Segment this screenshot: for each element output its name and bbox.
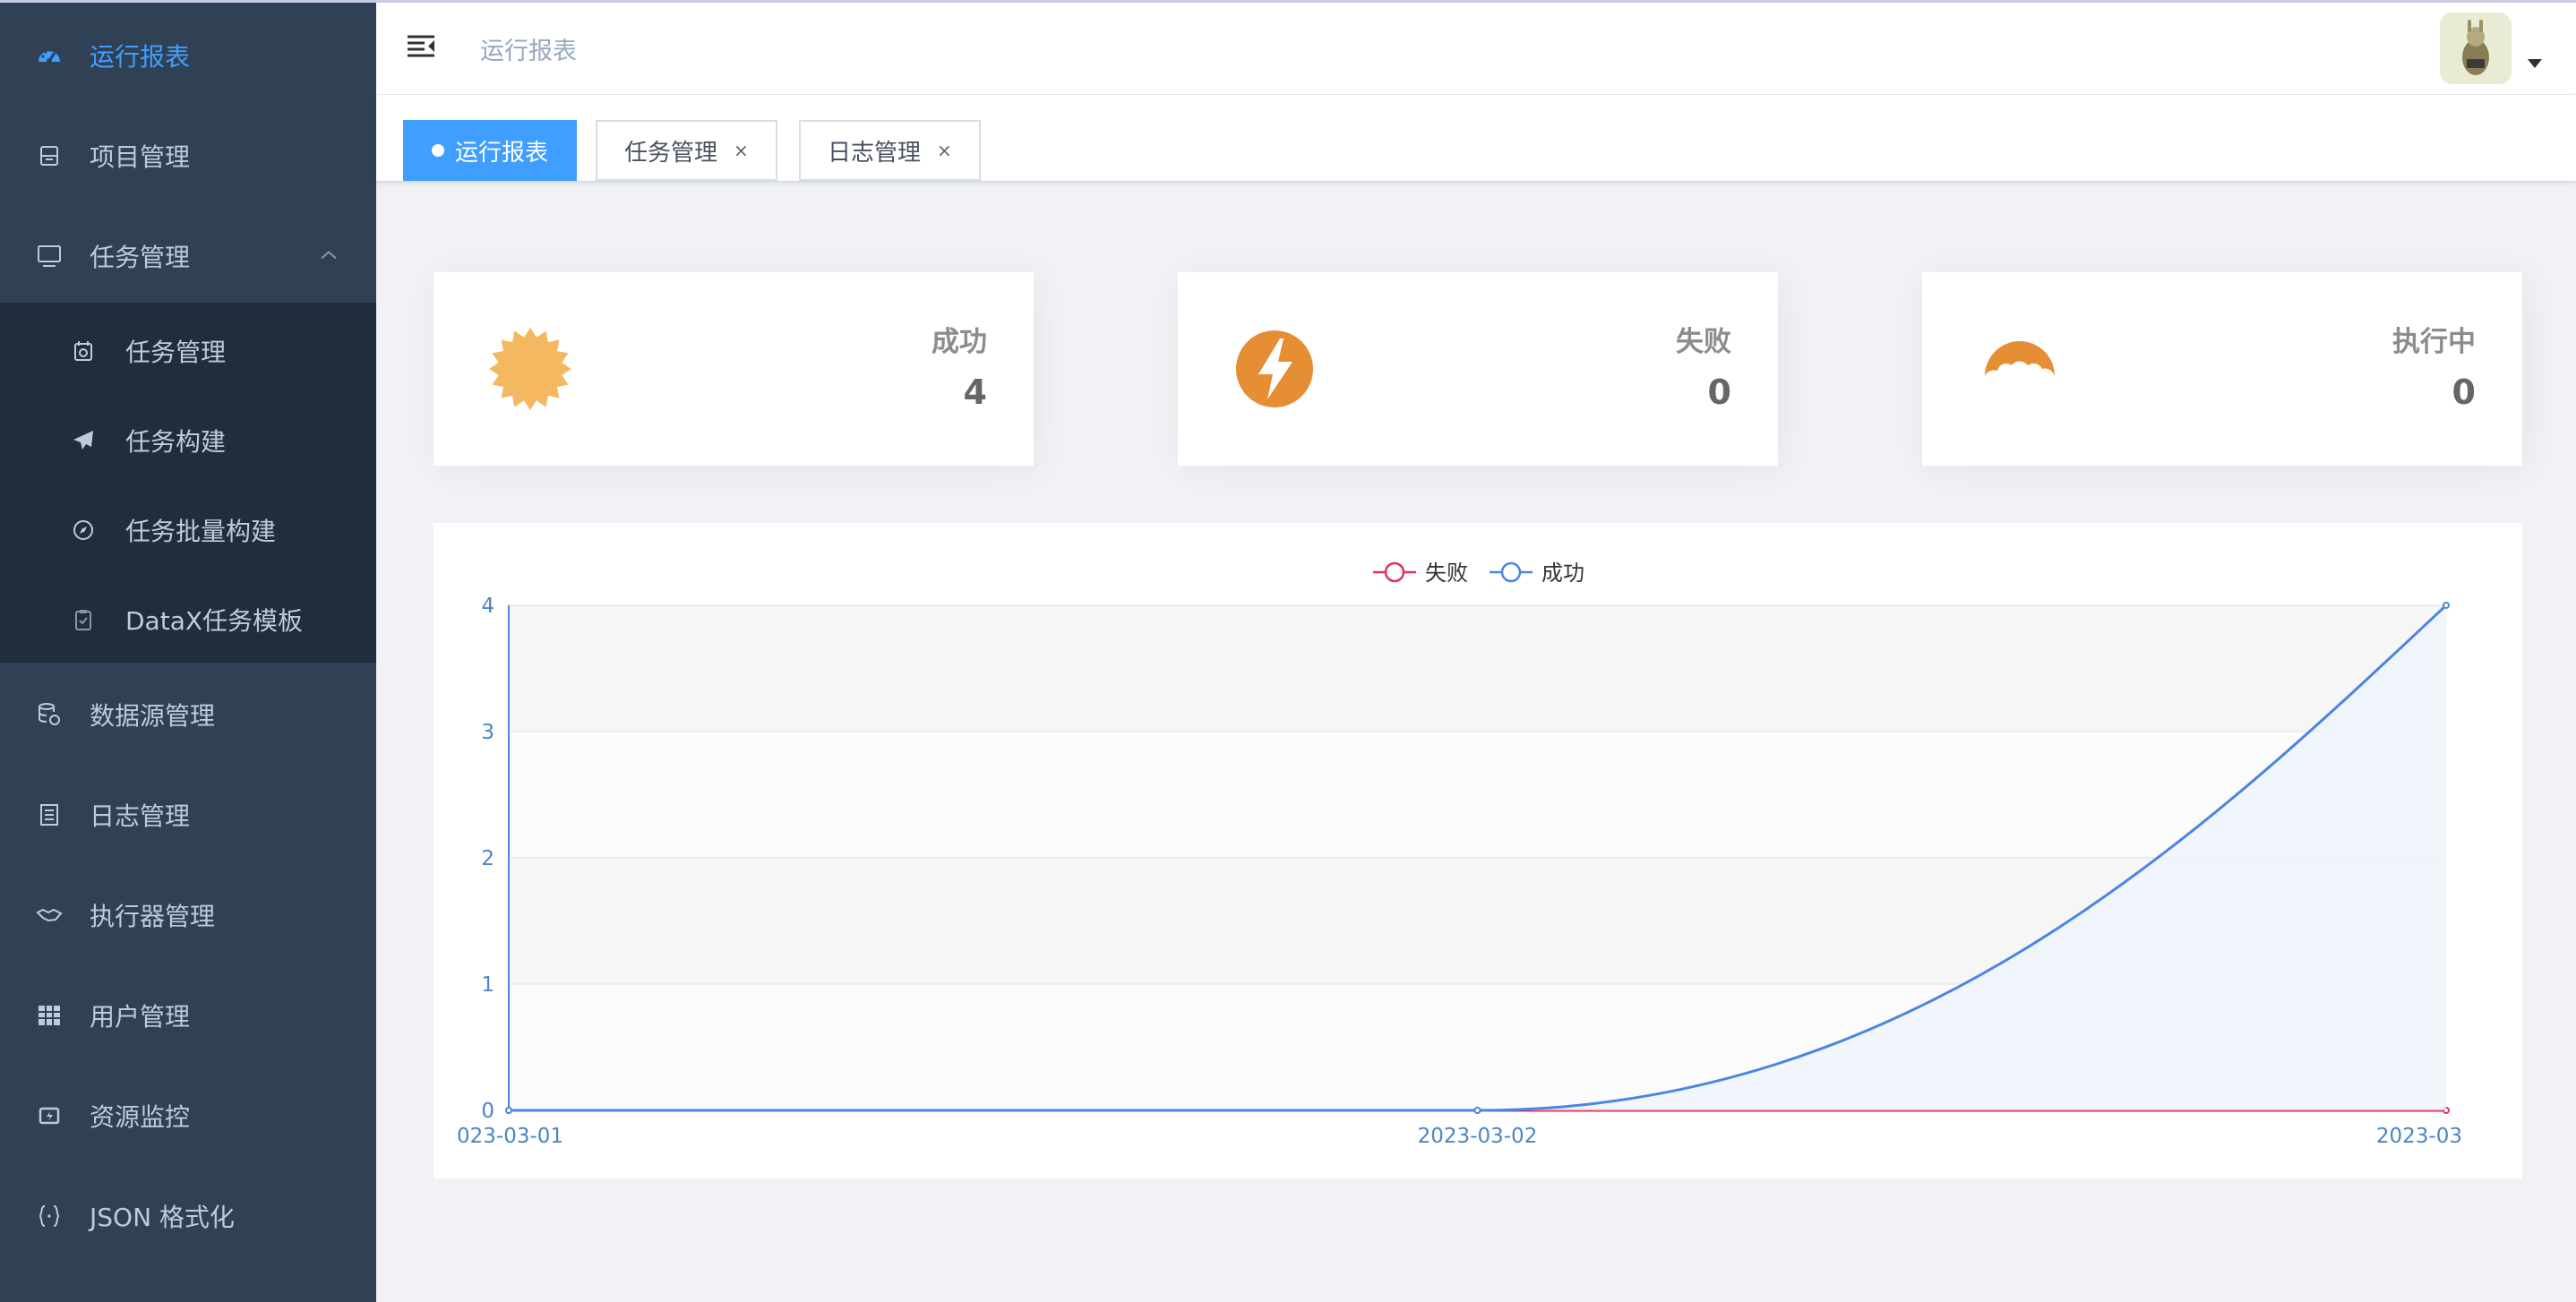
tag-label: 任务管理	[624, 139, 718, 167]
data-point	[505, 1107, 512, 1114]
sidebar-item-label: 运行报表	[90, 42, 191, 72]
card-title: 失败	[1676, 326, 1731, 358]
submenu-item-task-management[interactable]: 任务管理	[0, 306, 376, 396]
sidebar-item-label: JSON 格式化	[90, 1203, 235, 1232]
avatar[interactable]	[2440, 13, 2512, 84]
monitor-icon	[34, 241, 64, 271]
sidebar-item-executor[interactable]: 执行器管理	[0, 865, 376, 965]
data-point	[1473, 1107, 1481, 1114]
sidebar-item-label: 执行器管理	[90, 902, 216, 931]
cloud-icon	[1974, 324, 2064, 414]
submenu-item-label: 任务批量构建	[125, 517, 277, 546]
line-chart: 0 1 2 3 4 023-03-01 2023-03-02 2023-03 失败 成功	[457, 561, 2462, 1148]
y-tick-label: 3	[481, 721, 494, 744]
data-point	[2443, 602, 2450, 609]
breadcrumb: 运行报表	[480, 38, 577, 65]
database-icon	[34, 699, 64, 730]
braces-icon	[34, 1201, 64, 1231]
y-tick-label: 4	[481, 595, 494, 618]
y-tick-label: 0	[481, 1100, 494, 1123]
tags-view: 运行报表 任务管理 × 日志管理 ×	[376, 95, 2576, 183]
stat-card-running[interactable]: 执行中 0	[1922, 272, 2522, 466]
sidebar-item-json-format[interactable]: JSON 格式化	[0, 1166, 376, 1266]
top-border	[0, 0, 2576, 3]
sidebar-item-dashboard[interactable]: 运行报表	[0, 5, 376, 106]
sidebar: 运行报表 项目管理 任务管理 任务管理 任务构建 任务批量构建 DataX任务模…	[0, 0, 376, 1302]
sidebar-item-datasource[interactable]: 数据源管理	[0, 664, 376, 765]
close-icon[interactable]: ×	[937, 140, 952, 161]
y-tick-label: 1	[481, 973, 494, 997]
x-tick-label: 023-03-01	[457, 1125, 563, 1148]
clipboard-icon	[70, 606, 97, 633]
sidebar-item-resource-monitor[interactable]: 资源监控	[0, 1066, 376, 1166]
card-value: 0	[1707, 373, 1731, 412]
chevron-down-icon[interactable]	[2528, 59, 2542, 68]
stat-card-failed[interactable]: 失败 0	[1178, 272, 1778, 466]
legend-label: 失败	[1425, 561, 1468, 586]
handshake-icon	[34, 900, 64, 930]
submenu-item-label: 任务管理	[125, 338, 227, 367]
card-value: 4	[963, 373, 987, 412]
task-submenu: 任务管理 任务构建 任务批量构建 DataX任务模板	[0, 303, 376, 663]
y-tick-label: 2	[481, 847, 494, 870]
tag-label: 日志管理	[828, 139, 922, 167]
stat-card-success[interactable]: 成功 4	[434, 272, 1034, 466]
legend-marker	[1384, 561, 1405, 583]
x-tick-label: 2023-03	[2376, 1125, 2462, 1148]
document-icon	[34, 800, 64, 830]
submenu-item-label: DataX任务模板	[125, 606, 304, 636]
legend-label: 成功	[1541, 561, 1584, 586]
card-title: 执行中	[2392, 326, 2476, 358]
navbar: 运行报表	[376, 3, 2576, 95]
tag-task-management[interactable]: 任务管理 ×	[596, 120, 777, 181]
close-icon[interactable]: ×	[734, 140, 749, 161]
monitor-resource-icon	[34, 1101, 64, 1131]
sidebar-item-logs[interactable]: 日志管理	[0, 765, 376, 865]
sidebar-item-users[interactable]: 用户管理	[0, 965, 376, 1066]
card-title: 成功	[932, 326, 987, 358]
legend-marker	[1500, 561, 1522, 583]
card-value: 0	[2451, 373, 2476, 412]
tag-dashboard[interactable]: 运行报表	[403, 120, 578, 181]
table-icon	[34, 1000, 64, 1031]
paper-plane-icon	[70, 427, 97, 454]
sidebar-item-label: 资源监控	[90, 1102, 191, 1132]
lightning-icon	[1230, 324, 1319, 414]
dashboard-icon	[34, 40, 64, 71]
hamburger-icon[interactable]	[405, 30, 437, 62]
active-dot-icon	[432, 144, 444, 157]
sidebar-item-label: 日志管理	[90, 801, 191, 831]
x-tick-label: 2023-03-02	[1418, 1125, 1538, 1148]
tag-label: 运行报表	[455, 139, 549, 167]
line-chart-panel: 0 1 2 3 4 023-03-01 2023-03-02 2023-03 失败 成功	[434, 523, 2522, 1178]
sidebar-item-label: 数据源管理	[90, 701, 216, 731]
submenu-item-task-build[interactable]: 任务构建	[0, 396, 376, 485]
sun-icon	[485, 324, 575, 414]
grid-band	[509, 605, 2446, 732]
tag-log-management[interactable]: 日志管理 ×	[799, 120, 981, 181]
submenu-item-task-batch-build[interactable]: 任务批量构建	[0, 485, 376, 575]
sun-burst	[489, 328, 571, 410]
submenu-item-datax-template[interactable]: DataX任务模板	[0, 575, 376, 664]
project-icon	[34, 141, 64, 171]
calendar-icon	[70, 338, 97, 364]
sidebar-item-project[interactable]: 项目管理	[0, 106, 376, 206]
chevron-up-icon	[319, 248, 339, 265]
sidebar-item-label: 项目管理	[90, 142, 191, 172]
sidebar-item-label: 任务管理	[90, 243, 191, 272]
sidebar-item-task-management[interactable]: 任务管理	[0, 206, 376, 306]
submenu-item-label: 任务构建	[125, 427, 227, 457]
grid-band	[509, 732, 2446, 858]
compass-icon	[70, 517, 97, 544]
sidebar-item-label: 用户管理	[90, 1002, 191, 1032]
